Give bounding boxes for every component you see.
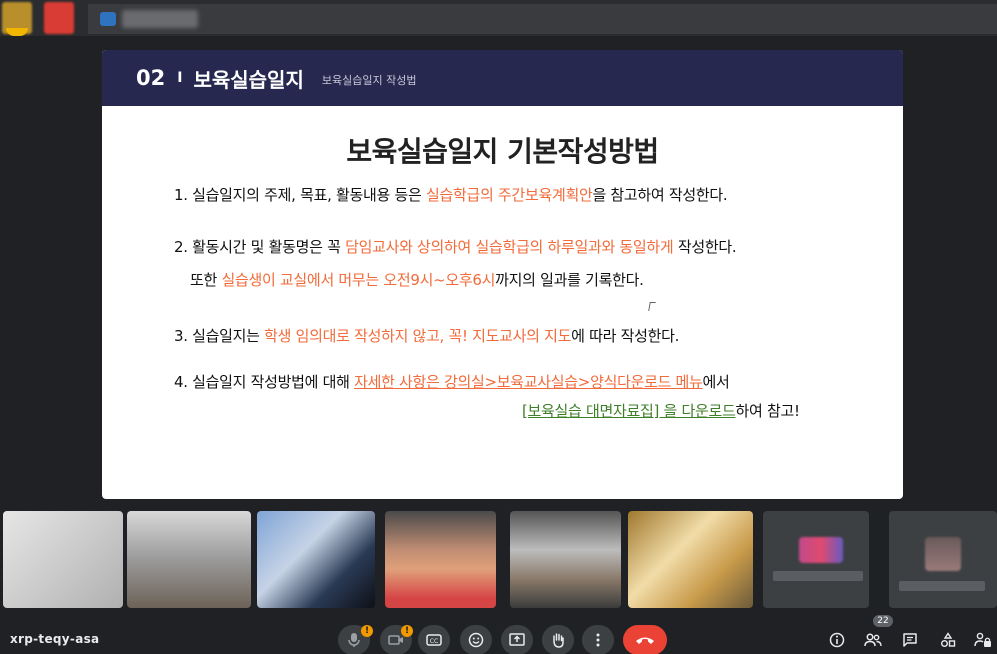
mic-warning-badge: ! bbox=[361, 625, 373, 637]
captions-icon: CC bbox=[426, 634, 442, 646]
item-text: 3. 실습일지는 bbox=[174, 327, 265, 345]
slide-section-subtitle: 보육실습일지 작성법 bbox=[321, 73, 417, 87]
item-text: 을 참고하여 작성한다. bbox=[592, 186, 728, 204]
item-link-download: [보육실습 대면자료집] 을 다운로드 bbox=[522, 402, 736, 420]
slide-item-3: 3. 실습일지는 학생 임의대로 작성하지 않고, 꼭! 지도교사의 지도에 따… bbox=[174, 325, 679, 346]
emoji-button[interactable] bbox=[460, 625, 492, 654]
mouse-cursor-icon bbox=[648, 302, 656, 311]
tab-strip bbox=[88, 4, 997, 34]
participant-name-blurred bbox=[773, 571, 863, 581]
captions-button[interactable]: CC bbox=[418, 625, 450, 654]
participant-tile[interactable] bbox=[628, 511, 753, 608]
meeting-code: xrp-teqy-asa bbox=[10, 632, 100, 646]
item-text: 작성한다. bbox=[673, 238, 737, 256]
people-button[interactable] bbox=[862, 629, 884, 651]
participant-tile[interactable] bbox=[385, 511, 496, 608]
item-highlight: 학생 임의대로 작성하지 않고, 꼭! 지도교사의 지도 bbox=[264, 327, 572, 345]
host-controls-button[interactable] bbox=[972, 629, 994, 651]
slide-section-number: 02 bbox=[136, 66, 166, 90]
presented-slide: 02 I 보육실습일지 보육실습일지 작성법 보육실습일지 기본작성방법 1. … bbox=[102, 50, 903, 499]
raise-hand-button[interactable] bbox=[542, 625, 574, 654]
blurred-tab-accent bbox=[6, 28, 28, 36]
present-icon bbox=[509, 633, 525, 646]
chat-icon bbox=[903, 633, 917, 647]
activities-icon bbox=[941, 632, 956, 647]
slide-title: 보육실습일지 기본작성방법 bbox=[346, 135, 659, 168]
chat-button[interactable] bbox=[899, 629, 921, 651]
people-icon bbox=[864, 633, 882, 647]
browser-tab-bar bbox=[0, 0, 997, 36]
blurred-tab-title[interactable] bbox=[122, 10, 198, 28]
participant-tile[interactable] bbox=[510, 511, 621, 608]
slide-section-title: 보육실습일지 bbox=[193, 67, 304, 92]
mic-icon bbox=[348, 633, 360, 647]
slide-header-separator: I bbox=[177, 70, 183, 86]
item-text: 하여 참고! bbox=[735, 402, 800, 420]
present-button[interactable] bbox=[501, 625, 533, 654]
participant-tile[interactable] bbox=[127, 511, 251, 608]
more-vert-icon bbox=[596, 633, 600, 647]
participant-tile[interactable] bbox=[257, 511, 375, 608]
item-text: 에 따라 작성한다. bbox=[571, 327, 680, 345]
avatar bbox=[925, 537, 961, 571]
slide-item-2-line-2: 또한 실습생이 교실에서 머무는 오전9시~오후6시까지의 일과를 기록한다. bbox=[190, 269, 644, 290]
item-link-path: 자세한 사항은 강의실>보육교사실습>양식다운로드 메뉴 bbox=[354, 373, 703, 391]
participant-tile[interactable] bbox=[3, 511, 123, 608]
item-highlight: 실습생이 교실에서 머무는 오전9시~오후6시 bbox=[221, 271, 496, 289]
participant-name-blurred bbox=[899, 581, 985, 591]
item-text: 2. 활동시간 및 활동명은 꼭 bbox=[174, 238, 346, 256]
end-call-icon bbox=[636, 637, 654, 644]
item-text: 4. 실습일지 작성방법에 대해 bbox=[174, 373, 355, 391]
slide-header: 02 I 보육실습일지 보육실습일지 작성법 bbox=[102, 50, 903, 106]
more-options-button[interactable] bbox=[582, 625, 614, 654]
end-call-button[interactable] bbox=[623, 625, 667, 654]
slide-item-1: 1. 실습일지의 주제, 목표, 활동내용 등은 실습학급의 주간보육계획안을 … bbox=[174, 184, 728, 205]
lock-person-icon bbox=[974, 632, 991, 647]
slide-item-4-line-1: 4. 실습일지 작성방법에 대해 자세한 사항은 강의실>보육교사실습>양식다운… bbox=[174, 371, 730, 392]
item-highlight: 담임교사와 상의하여 실습학급의 하루일과와 동일하게 bbox=[345, 238, 674, 256]
svg-text:CC: CC bbox=[430, 638, 438, 645]
avatar bbox=[799, 537, 843, 563]
info-icon bbox=[829, 632, 845, 648]
participant-tile[interactable] bbox=[889, 511, 997, 608]
item-text: 까지의 일과를 기록한다. bbox=[495, 271, 644, 289]
meeting-details-button[interactable] bbox=[826, 629, 848, 651]
blurred-favicon bbox=[100, 12, 116, 26]
item-text: 에서 bbox=[702, 373, 730, 391]
camera-icon bbox=[388, 635, 403, 645]
emoji-icon bbox=[468, 632, 484, 648]
hand-icon bbox=[553, 633, 564, 648]
item-highlight: 실습학급의 주간보육계획안 bbox=[425, 186, 593, 204]
slide-item-4-line-2: [보육실습 대면자료집] 을 다운로드하여 참고! bbox=[522, 400, 800, 421]
camera-warning-badge: ! bbox=[401, 625, 413, 637]
activities-button[interactable] bbox=[937, 629, 959, 651]
blurred-tab-icon[interactable] bbox=[44, 2, 74, 34]
participant-tile[interactable] bbox=[763, 511, 869, 608]
item-text: 1. 실습일지의 주제, 목표, 활동내용 등은 bbox=[174, 186, 426, 204]
participant-count-badge: 22 bbox=[873, 615, 893, 627]
slide-item-2-line-1: 2. 활동시간 및 활동명은 꼭 담임교사와 상의하여 실습학급의 하루일과와 … bbox=[174, 236, 737, 257]
meet-window: 02 I 보육실습일지 보육실습일지 작성법 보육실습일지 기본작성방법 1. … bbox=[0, 0, 997, 654]
item-text: 또한 bbox=[190, 271, 222, 289]
